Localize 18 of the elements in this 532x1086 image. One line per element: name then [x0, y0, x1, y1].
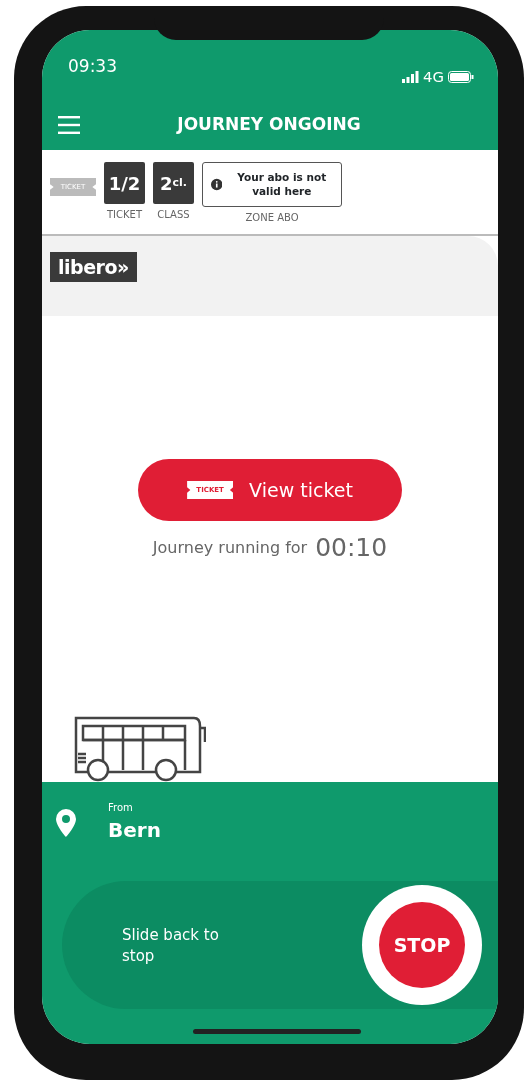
location-pin-icon: [56, 808, 76, 837]
from-station: Bern: [108, 817, 161, 844]
zone-message: Your abo is not valid here: [236, 171, 328, 198]
brand-logo: libero»: [50, 252, 137, 282]
menu-icon[interactable]: [58, 116, 80, 134]
badge-caption: TICKET: [107, 208, 142, 222]
from-label: From: [108, 801, 134, 815]
info-icon: [211, 176, 223, 193]
battery-icon: [448, 71, 474, 83]
network-label: 4G: [423, 66, 444, 88]
screen-title: JOURNEY ONGOING: [175, 113, 362, 137]
zone-caption: ZONE ABO: [245, 211, 299, 225]
running-timer: 00:10: [315, 532, 388, 564]
running-label: Journey running for: [152, 536, 308, 559]
signal-icon: [402, 71, 420, 83]
info-badge: 1/2: [104, 162, 145, 204]
badge-caption: CLASS: [157, 208, 190, 222]
status-time: 09:33: [68, 55, 117, 78]
